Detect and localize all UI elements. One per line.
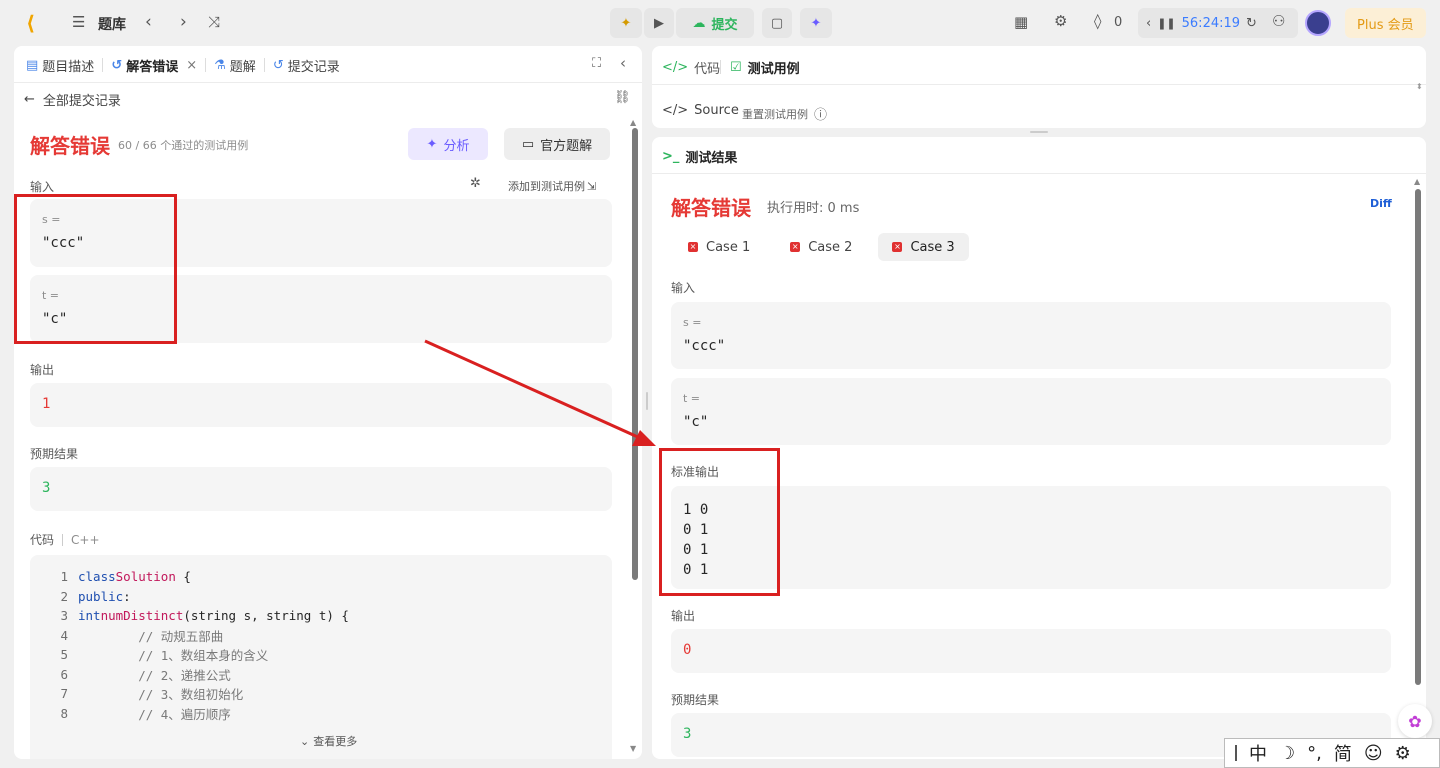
ime-toolbar: 中 ☽ °, 简 ☺ ⚙ (1224, 738, 1440, 768)
ime-simplified-toggle[interactable]: 简 (1334, 740, 1352, 766)
moon-icon[interactable]: ☽ (1279, 743, 1295, 764)
annotation-arrow (424, 339, 656, 446)
ime-handle[interactable] (1235, 745, 1237, 761)
punctuation-icon[interactable]: °, (1307, 743, 1322, 764)
ime-settings-icon[interactable]: ⚙ (1395, 743, 1411, 764)
ai-assistant-button[interactable]: ✿ (1398, 704, 1432, 738)
ime-mode-toggle[interactable]: 中 (1249, 740, 1267, 766)
brain-icon: ✿ (1408, 711, 1422, 731)
emoji-icon[interactable]: ☺ (1364, 743, 1383, 764)
